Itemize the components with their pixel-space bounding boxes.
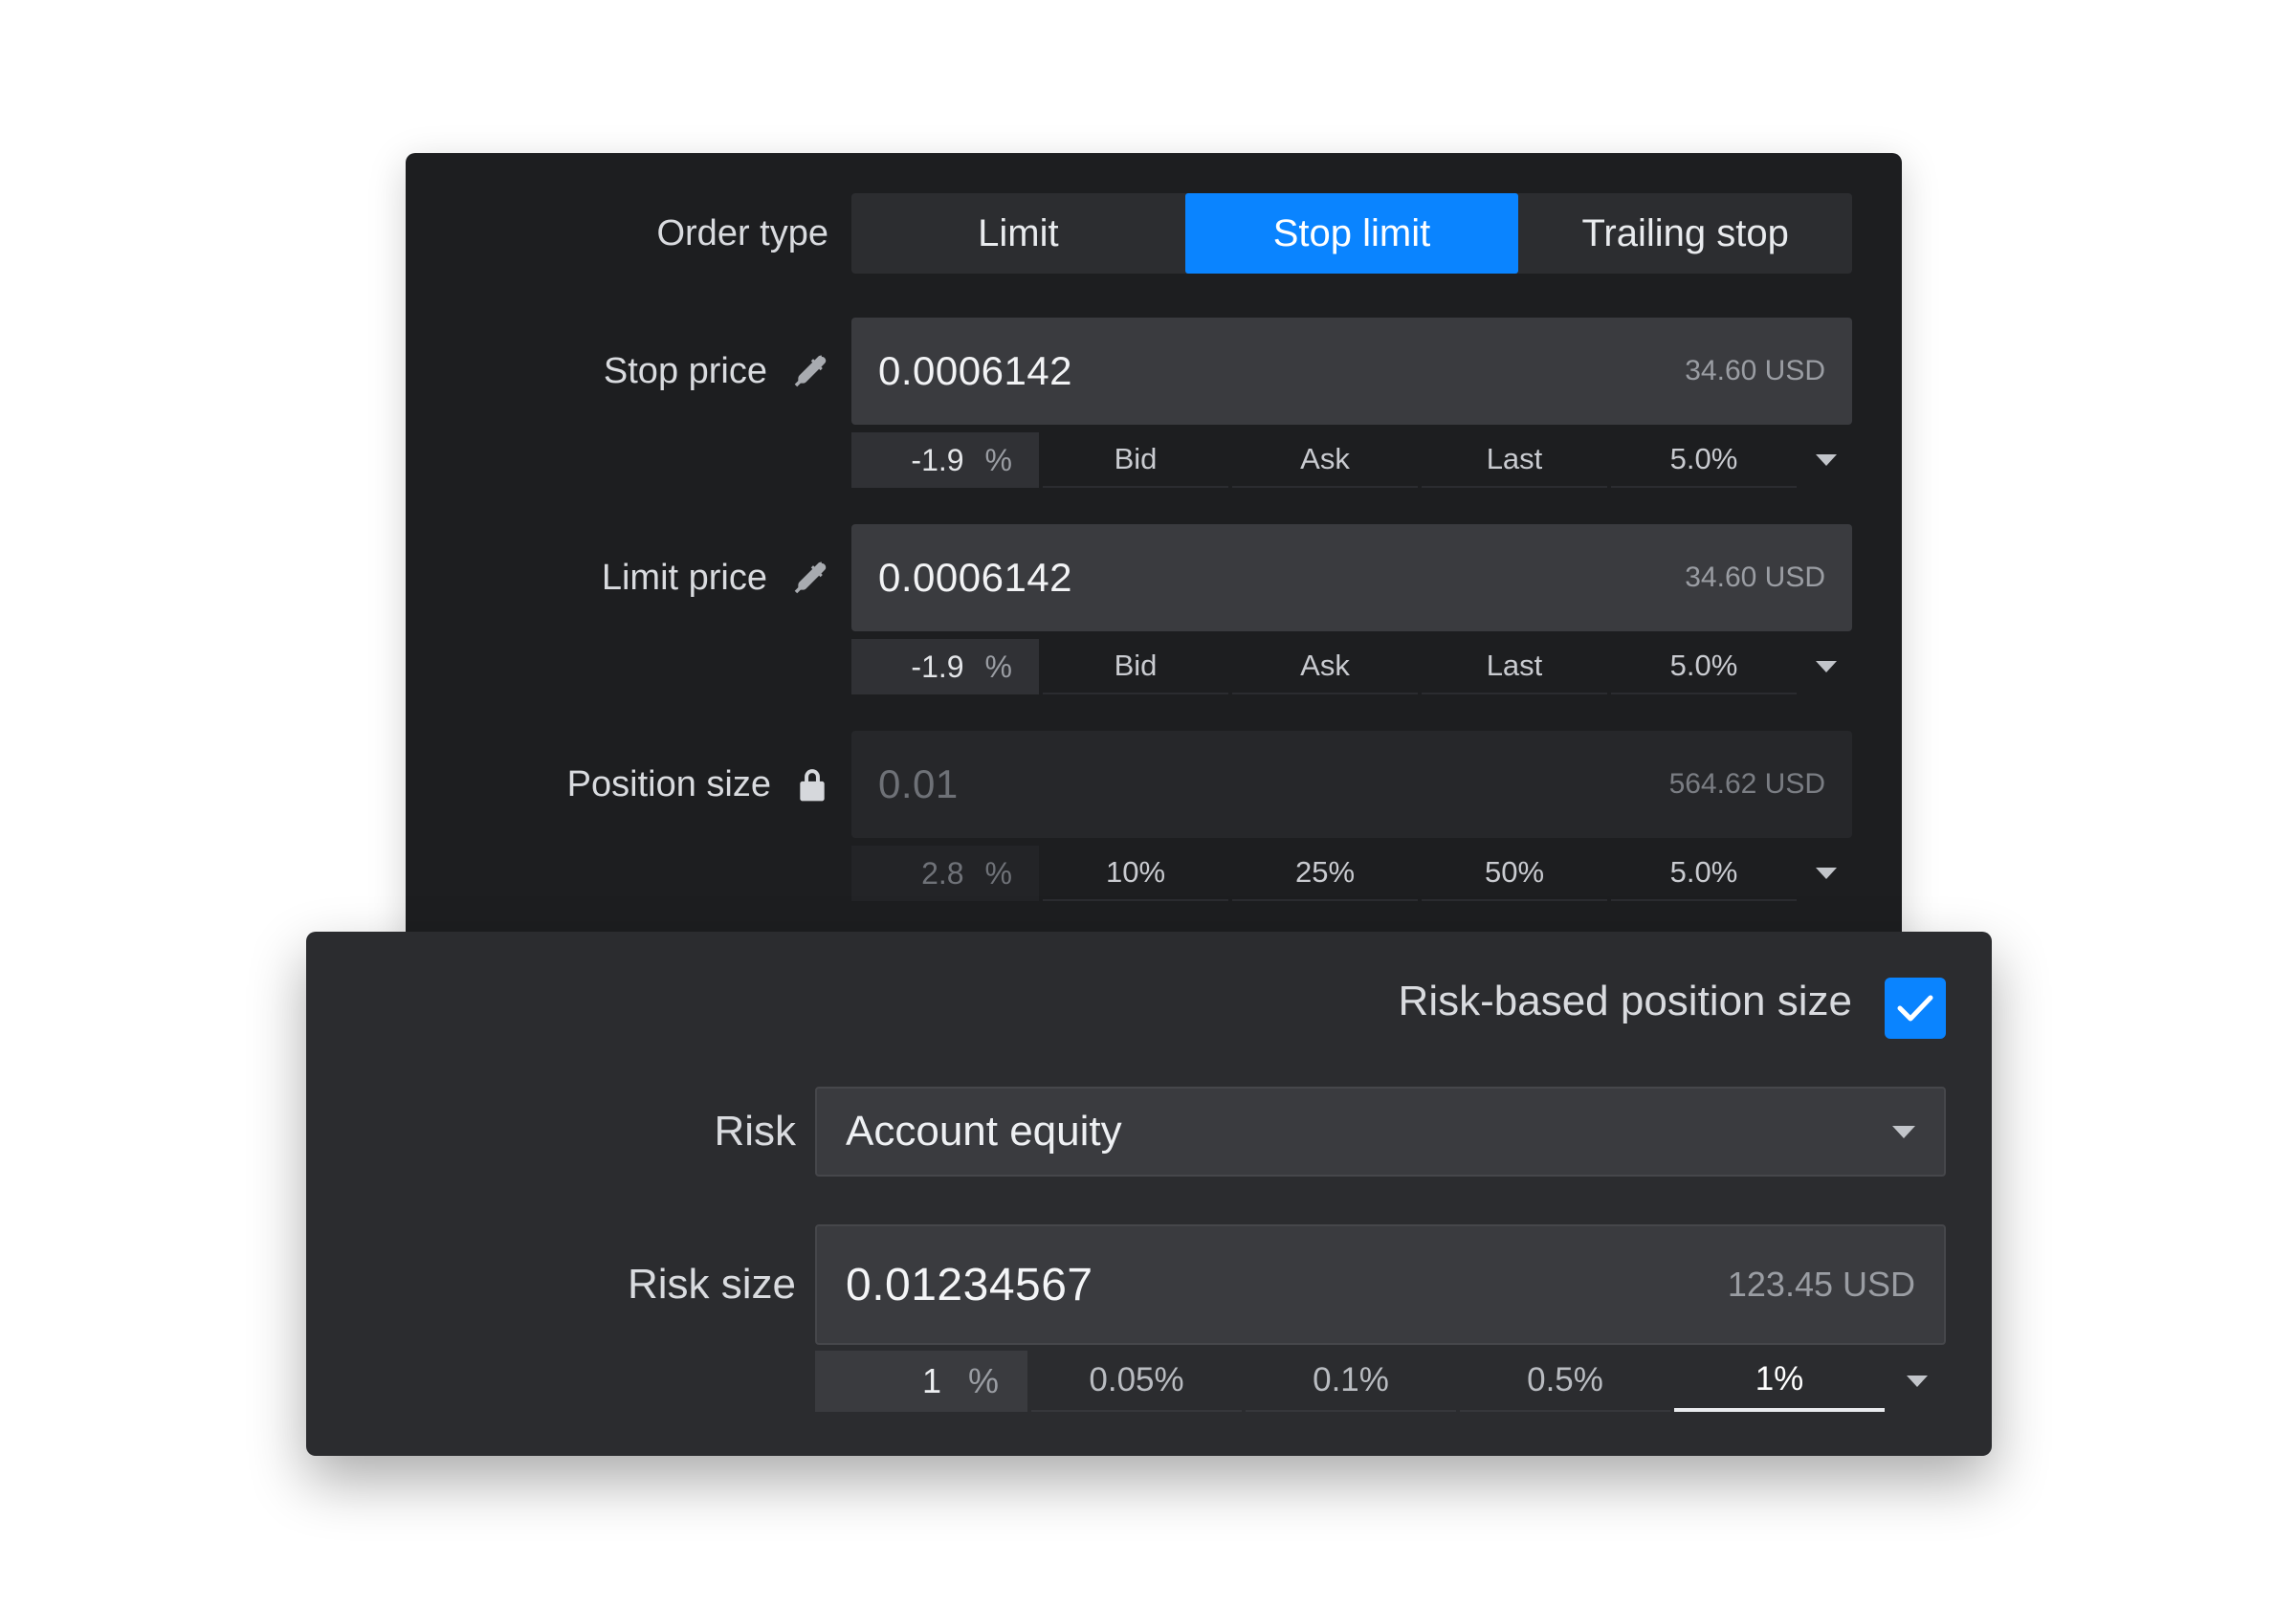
risk-size-0-1-button[interactable]: 0.1% [1246, 1351, 1456, 1412]
percent-symbol: % [984, 855, 1012, 891]
limit-price-ask-button[interactable]: Ask [1232, 639, 1418, 694]
risk-label-text: Risk [714, 1108, 796, 1155]
order-type-limit[interactable]: Limit [851, 193, 1185, 274]
limit-price-bid-button[interactable]: Bid [1043, 639, 1228, 694]
risk-panel: Risk-based position size Risk Account eq… [306, 932, 1992, 1456]
order-panel: Order type Limit Stop limit Trailing sto… [406, 153, 1902, 957]
eyedropper-icon[interactable] [792, 353, 828, 389]
stop-price-custom-percent-button[interactable]: 5.0% [1611, 432, 1797, 488]
stop-price-label: Stop price [604, 318, 828, 425]
risk-label: Risk [714, 1087, 796, 1177]
stop-price-percent-input[interactable]: -1.9 % [851, 432, 1039, 488]
limit-price-percent-value: -1.9 [911, 649, 964, 684]
risk-based-position-size-label: Risk-based position size [1398, 978, 1852, 1024]
percent-symbol: % [984, 442, 1012, 477]
risk-size-label: Risk size [628, 1224, 796, 1345]
stop-price-percent-value: -1.9 [911, 442, 964, 477]
position-size-label-text: Position size [566, 763, 771, 804]
order-type-stop-limit[interactable]: Stop limit [1184, 193, 1519, 274]
limit-price-value: 0.0006142 [878, 555, 1073, 600]
stop-price-bid-button[interactable]: Bid [1043, 432, 1228, 488]
stop-price-dropdown[interactable] [1800, 432, 1852, 488]
position-size-input: 0.01 564.62 USD [851, 731, 1852, 838]
stop-price-last-button[interactable]: Last [1422, 432, 1607, 488]
position-size-25-button[interactable]: 25% [1232, 846, 1418, 901]
limit-price-dropdown[interactable] [1800, 639, 1852, 694]
order-type-segmented-control: Limit Stop limit Trailing stop [851, 193, 1852, 274]
percent-symbol: % [967, 1361, 999, 1400]
risk-size-0-05-button[interactable]: 0.05% [1031, 1351, 1242, 1412]
limit-price-input[interactable]: 0.0006142 34.60 USD [851, 524, 1852, 631]
limit-price-custom-percent-button[interactable]: 5.0% [1611, 639, 1797, 694]
position-size-dropdown[interactable] [1800, 846, 1852, 901]
limit-price-label: Limit price [602, 524, 828, 631]
position-size-percent-value: 2.8 [921, 855, 964, 891]
risk-based-position-size-checkbox[interactable] [1885, 978, 1946, 1039]
stop-price-ask-button[interactable]: Ask [1232, 432, 1418, 488]
risk-size-label-text: Risk size [627, 1261, 796, 1308]
risk-size-input[interactable]: 0.01234567 123.45 USD [815, 1224, 1946, 1345]
caret-down-icon [1907, 1376, 1928, 1387]
eyedropper-icon[interactable] [792, 560, 828, 596]
stop-price-value: 0.0006142 [878, 348, 1073, 393]
percent-symbol: % [984, 649, 1012, 684]
position-size-label: Position size [567, 731, 828, 838]
stop-price-usd: 34.60 USD [1685, 355, 1825, 386]
position-size-10-button[interactable]: 10% [1043, 846, 1228, 901]
stop-price-label-text: Stop price [603, 350, 767, 391]
position-size-quick-row: 2.8 % 10% 25% 50% 5.0% [851, 846, 1852, 901]
stop-price-quick-row: -1.9 % Bid Ask Last 5.0% [851, 432, 1852, 488]
position-size-percent-input: 2.8 % [851, 846, 1039, 901]
position-size-usd: 564.62 USD [1668, 768, 1825, 800]
lock-icon [796, 766, 828, 803]
order-type-label-text: Order type [656, 212, 828, 253]
risk-size-quick-row: 1 % 0.05% 0.1% 0.5% 1% [815, 1351, 1946, 1412]
order-type-trailing-stop[interactable]: Trailing stop [1518, 193, 1852, 274]
risk-size-dropdown[interactable] [1888, 1351, 1946, 1412]
order-type-label: Order type [656, 193, 828, 274]
risk-selected-value: Account equity [846, 1108, 1122, 1155]
limit-price-usd: 34.60 USD [1685, 561, 1825, 593]
checkmark-icon [1897, 995, 1933, 1022]
risk-size-percent-input[interactable]: 1 % [815, 1351, 1027, 1412]
caret-down-icon [1816, 661, 1837, 672]
limit-price-label-text: Limit price [601, 557, 767, 598]
position-size-50-button[interactable]: 50% [1422, 846, 1607, 901]
limit-price-quick-row: -1.9 % Bid Ask Last 5.0% [851, 639, 1852, 694]
risk-size-percent-value: 1 [921, 1361, 941, 1400]
caret-down-icon [1816, 868, 1837, 879]
risk-size-value: 0.01234567 [846, 1259, 1093, 1310]
risk-size-usd: 123.45 USD [1727, 1265, 1915, 1304]
risk-select[interactable]: Account equity [815, 1087, 1946, 1177]
position-size-value: 0.01 [878, 761, 959, 806]
limit-price-percent-input[interactable]: -1.9 % [851, 639, 1039, 694]
risk-size-0-5-button[interactable]: 0.5% [1460, 1351, 1670, 1412]
stop-price-input[interactable]: 0.0006142 34.60 USD [851, 318, 1852, 425]
limit-price-last-button[interactable]: Last [1422, 639, 1607, 694]
caret-down-icon [1816, 454, 1837, 466]
risk-size-1-button[interactable]: 1% [1674, 1351, 1885, 1412]
position-size-custom-percent-button[interactable]: 5.0% [1611, 846, 1797, 901]
caret-down-icon [1892, 1125, 1915, 1138]
